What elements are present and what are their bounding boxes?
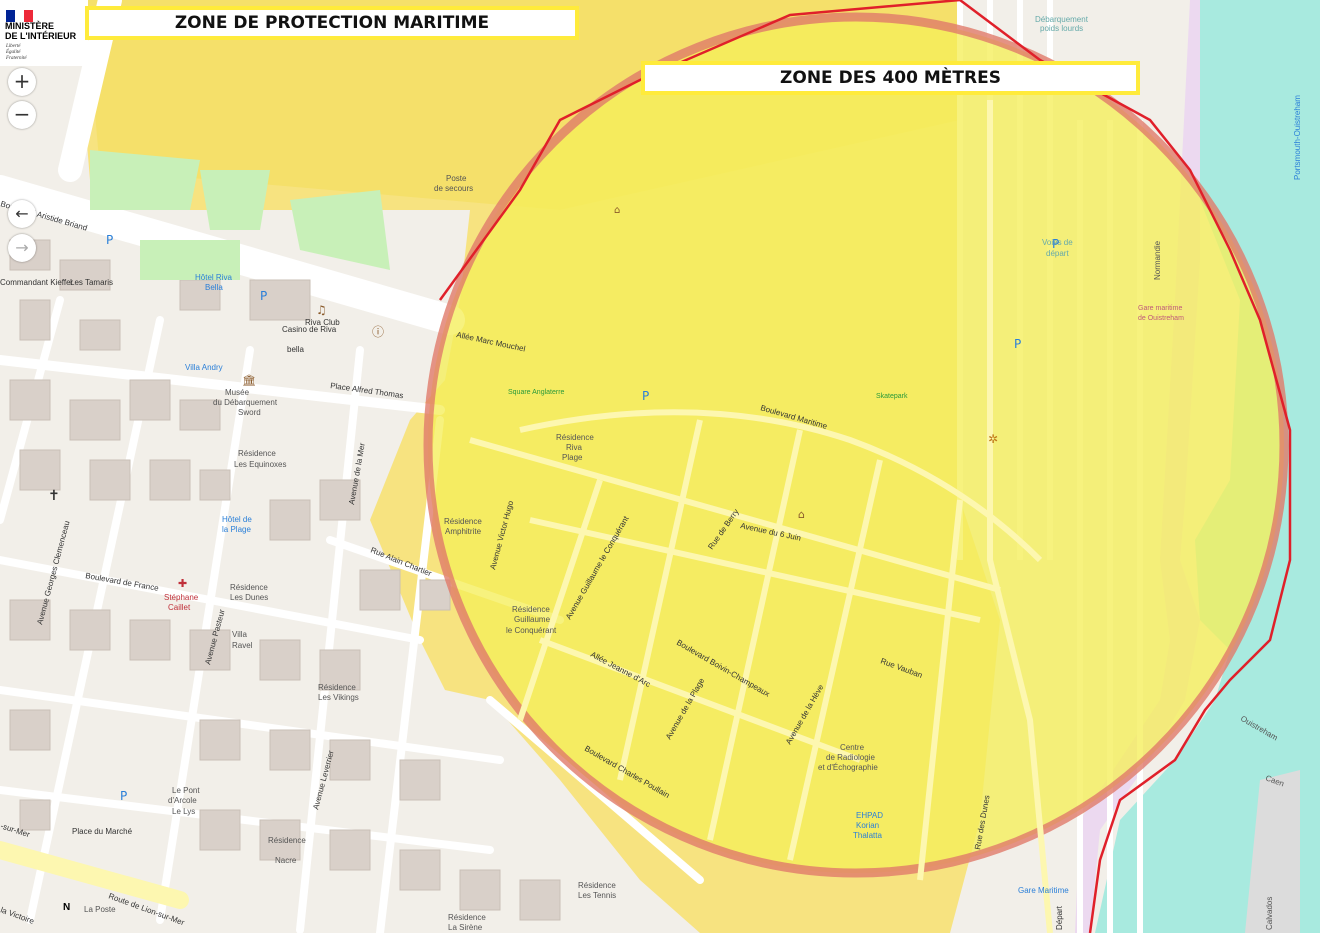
label-sirene-2: La Sirène	[448, 923, 483, 932]
label-centre-radio-3: et d'Échographie	[818, 763, 878, 772]
church-icon: ✝	[48, 488, 60, 504]
label-place-marche: Place du Marché	[72, 827, 133, 836]
label-sirene: Résidence	[448, 913, 486, 922]
maritime-zone-banner: ZONE DE PROTECTION MARITIME	[85, 6, 579, 40]
label-riva-plage-3: Plage	[562, 453, 583, 462]
label-kieffer: Commandant Kieffer	[0, 278, 74, 287]
label-casino-2: bella	[287, 345, 304, 354]
logo-line2: DE L'INTÉRIEUR	[5, 31, 77, 41]
label-res-dunes-2: Les Dunes	[230, 593, 268, 602]
monument-icon: ⌂	[614, 205, 620, 216]
parking-p-icon-2: P	[260, 289, 267, 303]
label-le-pont-2: d'Arcole	[168, 796, 197, 805]
map-canvas[interactable]: Débarquement poids lourds Poste de secou…	[0, 0, 1320, 933]
label-poste-secours-2: de secours	[434, 184, 473, 193]
label-la-poste: La Poste	[84, 905, 116, 914]
label-res-guillaume-2: Guillaume	[514, 615, 551, 624]
label-centre-radio: Centre	[840, 743, 865, 752]
logo-title: MINISTÈRE DE L'INTÉRIEUR	[5, 21, 76, 41]
parking-p-icon-3: P	[642, 389, 649, 403]
windmill-icon: ✲	[988, 432, 998, 446]
label-vikings-2: Les Vikings	[318, 693, 359, 702]
label-musee-2: du Débarquement	[213, 398, 278, 407]
zoom-in-button[interactable]: +	[8, 68, 36, 96]
label-depart: Départ	[1055, 905, 1064, 930]
museum-icon: 🏛	[242, 374, 256, 387]
north-arrow-icon: N	[63, 902, 71, 913]
flag-icon	[6, 7, 33, 22]
logo-line1: MINISTÈRE	[5, 21, 55, 31]
label-hotel-riva-2: Bella	[205, 283, 223, 292]
label-gare-ouistreham-2: de Ouistreham	[1138, 315, 1184, 322]
info-icon: ⓘ	[372, 325, 384, 339]
back-arrow-icon[interactable]: ←	[8, 200, 36, 228]
parking-p-icon-4: P	[1052, 237, 1059, 251]
label-tennis-2: Les Tennis	[578, 891, 616, 900]
motto-fraternite: Fraternité	[6, 56, 27, 61]
label-square: Square Anglaterre	[508, 389, 565, 396]
label-res-nacre: Résidence	[268, 836, 306, 845]
pharmacy-icon: ✚	[178, 577, 187, 590]
label-villa-andry: Villa Andry	[185, 363, 223, 372]
ministry-logo: MINISTÈRE DE L'INTÉRIEUR Liberté Égalité…	[0, 0, 88, 66]
label-calvados: Calvados	[1265, 897, 1274, 930]
label-casino: Casino de Riva	[282, 325, 337, 334]
parking-p-icon-6: P	[120, 789, 127, 803]
bank-icon: ⌂	[798, 508, 805, 521]
label-res-nacre-2: Nacre	[275, 856, 297, 865]
label-portsmouth: Portsmouth-Ouistreham	[1293, 95, 1302, 180]
label-le-pont: Le Pont	[172, 786, 200, 795]
label-skatepark: Skatepark	[876, 393, 908, 400]
label-ehpad: EHPAD	[856, 811, 883, 820]
label-gare-maritime: Gare Maritime	[1018, 886, 1069, 895]
label-equinoxes-2: Les Equinoxes	[234, 460, 286, 469]
label-musee-3: Sword	[238, 408, 261, 417]
label-stephane-2: Caillet	[168, 603, 191, 612]
label-amphitrite-2: Amphitrite	[445, 527, 482, 536]
label-ehpad-3: Thalatta	[853, 831, 882, 840]
label-gare-ouistreham: Gare maritime	[1138, 305, 1182, 312]
label-centre-radio-2: de Radiologie	[826, 753, 875, 762]
logo-motto: Liberté Égalité Fraternité	[6, 44, 27, 62]
zone-400m-banner: ZONE DES 400 MÈTRES	[641, 61, 1140, 95]
label-res-guillaume-3: le Conquérant	[506, 626, 557, 635]
forward-arrow-icon[interactable]: →	[8, 234, 36, 262]
label-stephane: Stéphane	[164, 593, 199, 602]
label-res-dunes: Résidence	[230, 583, 268, 592]
label-poids-lourds: poids lourds	[1040, 24, 1083, 33]
label-amphitrite: Résidence	[444, 517, 482, 526]
label-riva-plage: Résidence	[556, 433, 594, 442]
parking-p-icon-1: P	[106, 233, 113, 247]
label-res-guillaume: Résidence	[512, 605, 550, 614]
label-debarquement: Débarquement	[1035, 15, 1089, 24]
label-tamaris: Les Tamaris	[70, 278, 113, 287]
label-hotel-plage: Hôtel de	[222, 515, 252, 524]
label-hotel-riva: Hôtel Riva	[195, 273, 232, 282]
label-hotel-plage-2: la Plage	[222, 525, 251, 534]
music-icon: ♫	[316, 303, 327, 317]
zoom-out-button[interactable]: −	[8, 101, 36, 129]
label-villa-ravel: Villa	[232, 630, 248, 639]
label-poste-secours: Poste	[446, 174, 467, 183]
parking-p-icon-5: P	[1014, 337, 1021, 351]
label-equinoxes: Résidence	[238, 449, 276, 458]
label-normandie: Normandie	[1153, 240, 1162, 280]
label-le-pont-3: Le Lys	[172, 807, 195, 816]
label-musee: Musée	[225, 388, 250, 397]
label-villa-ravel-2: Ravel	[232, 641, 253, 650]
label-vikings: Résidence	[318, 683, 356, 692]
label-riva-plage-2: Riva	[566, 443, 583, 452]
label-tennis: Résidence	[578, 881, 616, 890]
label-ehpad-2: Korian	[856, 821, 879, 830]
